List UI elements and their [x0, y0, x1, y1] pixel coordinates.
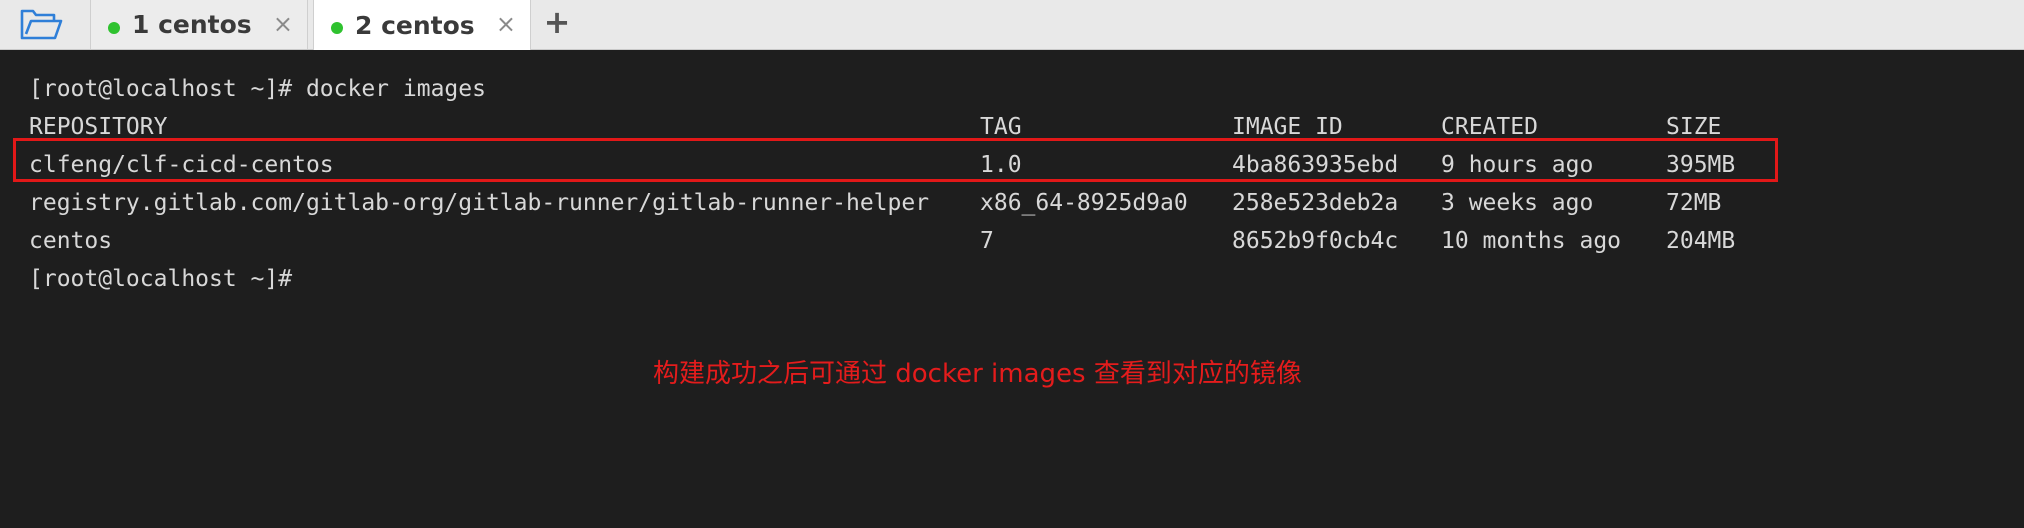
row-repository: centos [29, 228, 113, 254]
row-tag: x86_64-8925d9a0 [980, 190, 1188, 216]
connected-status-dot [331, 22, 343, 34]
row-repository: registry.gitlab.com/gitlab-org/gitlab-ru… [29, 190, 930, 216]
tab-2-centos[interactable]: 2 centos × [313, 0, 531, 50]
connected-status-dot [108, 21, 120, 34]
close-icon[interactable]: × [273, 10, 293, 38]
annotation-text: 构建成功之后可通过 docker images 查看到对应的镜像 [653, 359, 1302, 389]
terminal-output[interactable]: [root@localhost ~]# docker images REPOSI… [0, 52, 2024, 528]
close-icon[interactable]: × [496, 10, 516, 38]
row-image-id: 258e523deb2a [1232, 190, 1399, 216]
row-created: 10 months ago [1441, 228, 1622, 254]
tab-label: 2 centos [355, 10, 475, 40]
highlight-box [13, 138, 1778, 182]
command-line: [root@localhost ~]# docker images [29, 76, 486, 102]
folder-open-icon [20, 9, 63, 39]
row-size: 72MB [1666, 190, 1722, 216]
open-session-button[interactable] [0, 0, 82, 49]
row-image-id: 8652b9f0cb4c [1232, 228, 1399, 254]
shell-prompt: [root@localhost ~]# [29, 266, 293, 292]
row-created: 3 weeks ago [1441, 190, 1594, 216]
tab-bar: 1 centos × 2 centos × + [0, 0, 2024, 50]
row-size: 204MB [1666, 228, 1736, 254]
row-tag: 7 [980, 228, 994, 254]
tab-1-centos[interactable]: 1 centos × [90, 0, 308, 49]
tab-label: 1 centos [132, 10, 252, 39]
plus-icon[interactable]: + [540, 2, 574, 42]
